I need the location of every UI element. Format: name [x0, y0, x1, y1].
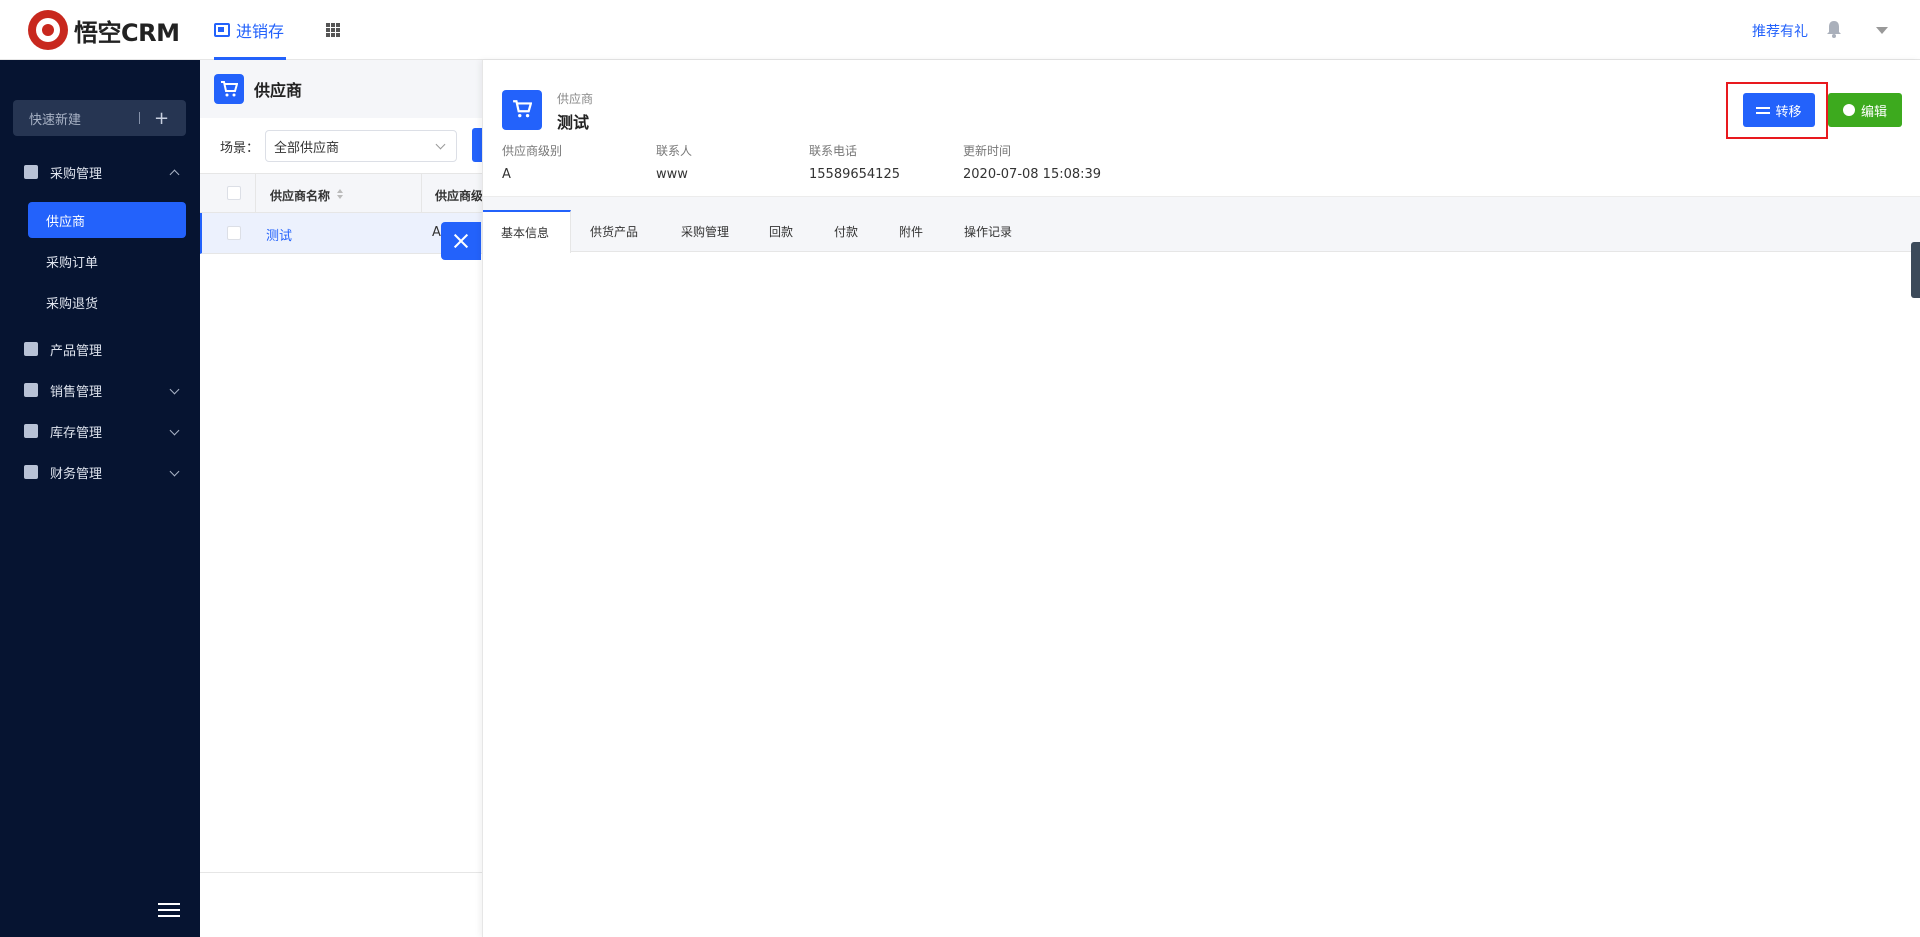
scene-filter: 场景： 全部供应商: [200, 128, 482, 164]
sidebar-item-purchase-order[interactable]: 采购订单: [28, 243, 186, 279]
edit-icon: [1842, 104, 1855, 116]
page-title: 供应商: [254, 81, 303, 100]
edit-button-label: 编辑: [1860, 104, 1887, 120]
detail-tabs: 基本信息 供货产品 采购管理 回款 付款 附件 操作记录: [483, 210, 1920, 253]
plus-icon: +: [154, 107, 170, 129]
chevron-down-icon: [169, 425, 180, 436]
tab-operation-log[interactable]: 操作记录: [964, 210, 1012, 252]
field-label: 联系人: [656, 144, 693, 158]
chevron-down-icon: [169, 384, 180, 395]
detail-type-label: 供应商: [557, 92, 594, 106]
column-divider: [255, 173, 256, 213]
chevron-up-icon: [169, 169, 180, 180]
field-label: 联系电话: [809, 144, 858, 158]
field-contact: 联系人 www: [656, 142, 692, 182]
nav-tab-label: 进销存: [236, 22, 285, 41]
sidebar-group-label: 库存管理: [50, 425, 103, 441]
cart-icon: [24, 165, 38, 179]
tab-purchase-management[interactable]: 采购管理: [681, 210, 729, 252]
transfer-button[interactable]: 转移: [1743, 93, 1815, 127]
apps-grid-icon[interactable]: [326, 23, 340, 37]
sidebar-group-label: 产品管理: [50, 343, 103, 359]
tab-attachments[interactable]: 附件: [899, 210, 923, 252]
list-footer: [200, 872, 482, 937]
field-value: 15589654125: [809, 167, 900, 182]
field-label: 供应商级别: [502, 144, 563, 158]
close-detail-button[interactable]: [441, 222, 481, 260]
recommend-link[interactable]: 推荐有礼: [1752, 21, 1808, 41]
sidebar-group-label: 财务管理: [50, 466, 103, 482]
sidebar-group-purchase[interactable]: 采购管理: [0, 153, 200, 191]
scene-label: 场景：: [220, 140, 260, 156]
side-drag-handle[interactable]: [1911, 242, 1920, 298]
sidebar-group-finance[interactable]: 财务管理: [0, 453, 200, 491]
sidebar-group-product[interactable]: 产品管理: [0, 330, 200, 368]
collapse-sidebar-icon[interactable]: [158, 903, 180, 919]
edit-button[interactable]: 编辑: [1828, 93, 1902, 127]
scene-select[interactable]: 全部供应商: [265, 130, 458, 162]
cart-icon: [214, 74, 244, 104]
tab-supplied-products[interactable]: 供货产品: [590, 210, 638, 252]
tag-icon: [24, 383, 38, 397]
sidebar-item-supplier[interactable]: 供应商: [28, 202, 186, 238]
sidebar-group-stock[interactable]: 库存管理: [0, 412, 200, 450]
cart-icon: [502, 90, 542, 130]
tab-receipts[interactable]: 回款: [769, 210, 793, 252]
tab-payments[interactable]: 付款: [834, 210, 858, 252]
swap-icon: [1756, 105, 1771, 115]
quick-new-separator: [139, 112, 140, 124]
field-phone: 联系电话 15589654125: [809, 142, 900, 182]
quick-new-label: 快速新建: [29, 112, 82, 128]
detail-title: 测试: [557, 113, 590, 132]
brand-logo[interactable]: 悟空CRM: [28, 10, 180, 50]
list-header: 供应商: [200, 60, 482, 118]
field-value: www: [656, 167, 688, 182]
supplier-detail-panel: 供应商 测试 供应商级别 A 联系人 www 联系电话 15589654125 …: [482, 60, 1920, 937]
select-all-checkbox[interactable]: [227, 186, 241, 200]
inventory-icon: [214, 23, 230, 37]
user-menu-caret-icon[interactable]: [1876, 27, 1888, 34]
bell-icon[interactable]: [1826, 20, 1842, 38]
sidebar-group-label: 采购管理: [50, 166, 103, 182]
quick-new-button[interactable]: 快速新建 +: [13, 100, 186, 136]
top-bar: 悟空CRM 进销存 推荐有礼: [0, 0, 1920, 60]
column-divider: [421, 173, 422, 213]
row-checkbox[interactable]: [227, 226, 241, 240]
field-value: 2020-07-08 15:08:39: [963, 167, 1102, 182]
transfer-button-label: 转移: [1775, 104, 1802, 120]
sidebar-group-sales[interactable]: 销售管理: [0, 371, 200, 409]
sidebar-group-label: 销售管理: [50, 384, 103, 400]
wallet-icon: [24, 465, 38, 479]
detail-divider: [483, 196, 1920, 210]
scene-select-value: 全部供应商: [274, 140, 340, 156]
search-button-partial[interactable]: [472, 128, 482, 162]
sidebar: 快速新建 + 采购管理 供应商 采购订单 采购退货 产品管理 销售管理 库存管理…: [0, 60, 200, 937]
table-header: 供应商名称 供应商级别: [200, 173, 482, 213]
chevron-down-icon: [169, 466, 180, 477]
monkey-logo-icon: [28, 10, 68, 50]
supplier-name-link[interactable]: 测试: [266, 225, 292, 244]
sidebar-item-purchase-return[interactable]: 采购退货: [28, 284, 186, 320]
nav-tab-inventory[interactable]: 进销存: [214, 0, 286, 60]
warehouse-icon: [24, 424, 38, 438]
field-label: 更新时间: [963, 144, 1012, 158]
column-header-level[interactable]: 供应商级别: [435, 187, 482, 204]
supplier-list-panel: 供应商 场景： 全部供应商 供应商名称 供应商级别 测试 A: [200, 60, 482, 937]
brand-name: 悟空CRM: [74, 18, 180, 47]
tab-basic-info[interactable]: 基本信息: [483, 210, 571, 253]
chevron-down-icon: [435, 139, 446, 150]
box-icon: [24, 342, 38, 356]
field-supplier-level: 供应商级别 A: [502, 142, 562, 182]
sort-icon[interactable]: [336, 188, 344, 200]
column-header-name[interactable]: 供应商名称: [270, 187, 330, 204]
field-value: A: [502, 167, 511, 182]
supplier-level-cell: A: [432, 225, 441, 240]
field-updated-time: 更新时间 2020-07-08 15:08:39: [963, 142, 1101, 182]
table-row[interactable]: 测试 A: [200, 213, 482, 254]
